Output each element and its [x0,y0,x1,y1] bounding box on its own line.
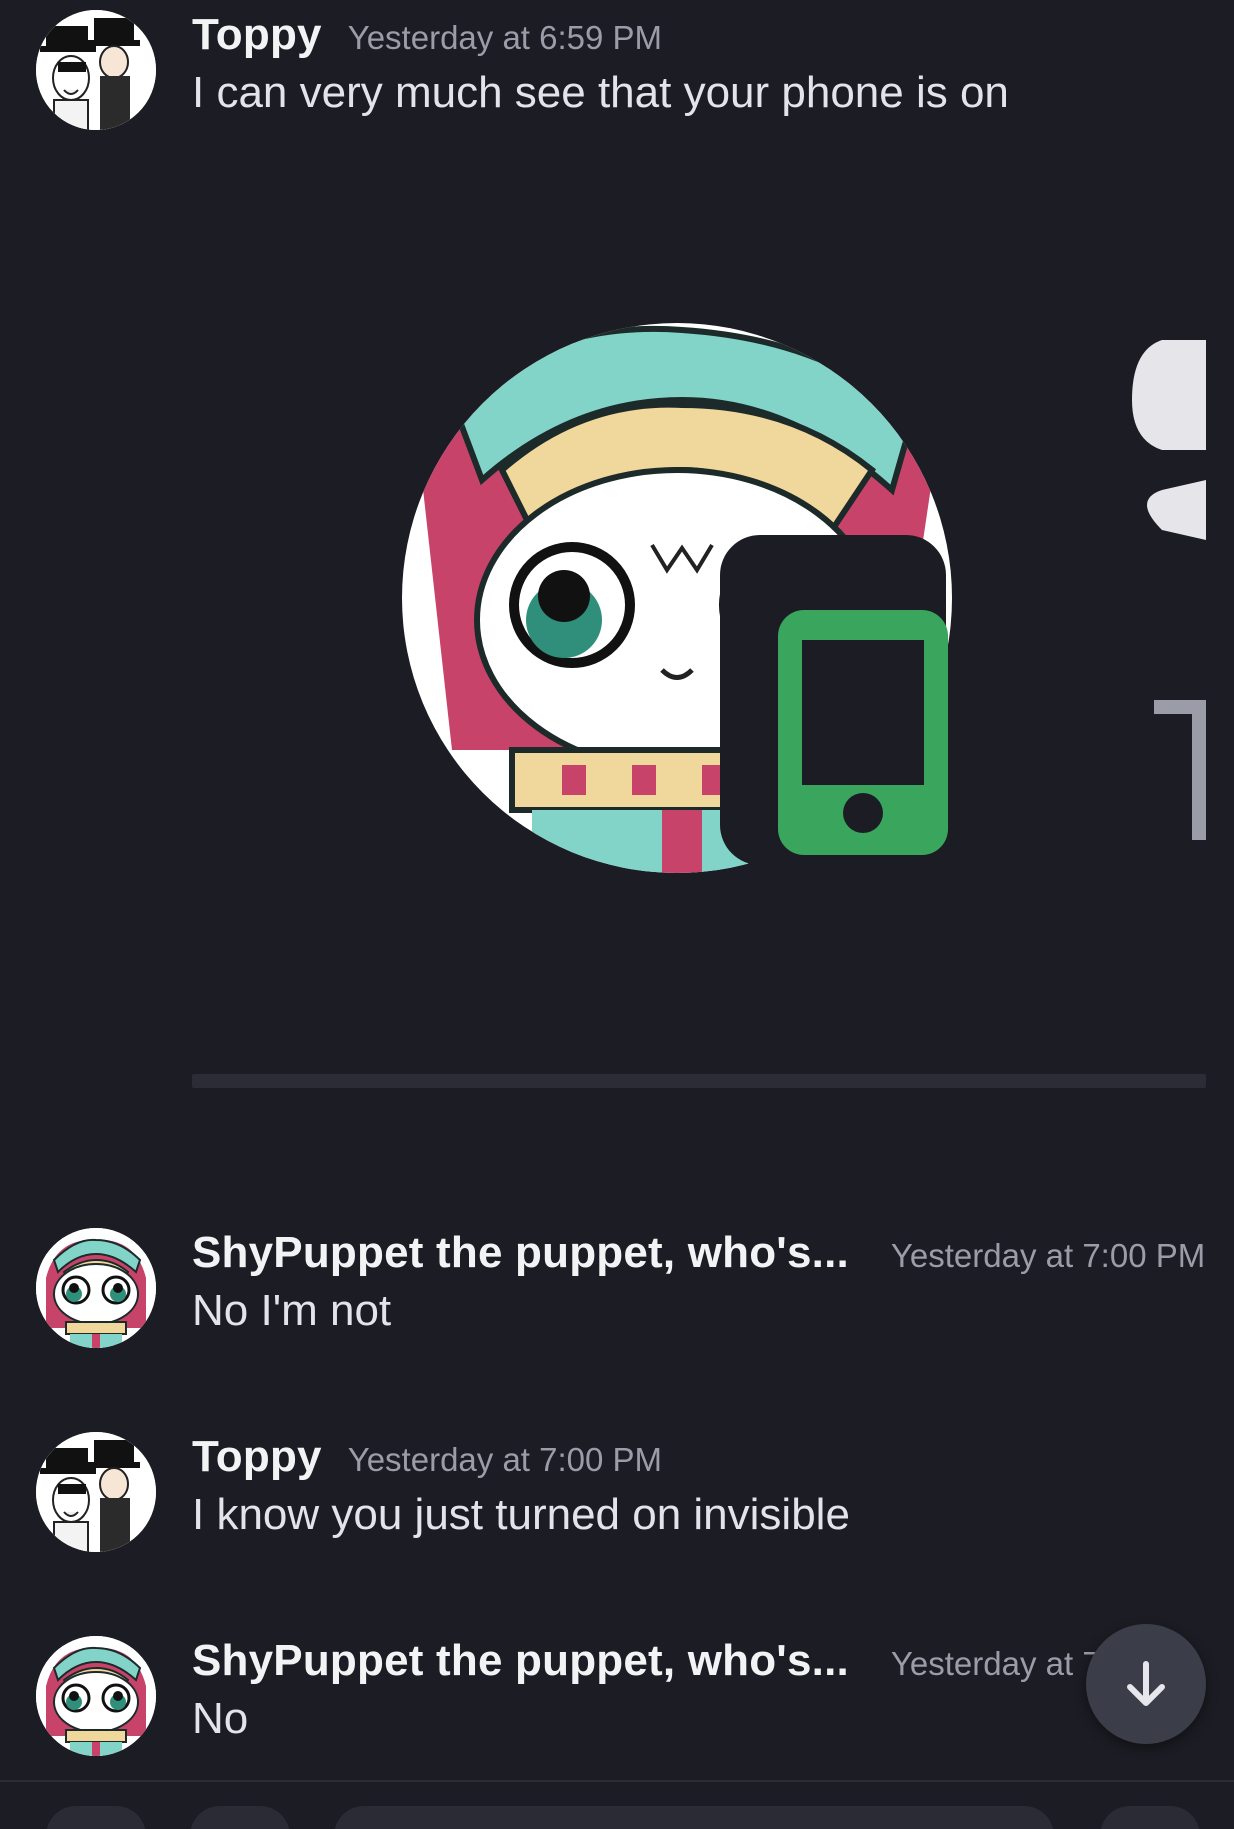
avatar[interactable] [36,1636,156,1756]
embed-divider [192,1074,1206,1088]
message-text: I know you just turned on invisible [192,1490,850,1539]
arrow-down-icon [1127,1661,1165,1706]
chat-screen: Toppy Yesterday at 6:59 PM I can very mu… [0,0,1234,1829]
message-header: Toppy Yesterday at 6:59 PM [192,10,662,60]
timestamp: Yesterday at 7:00 PM [890,1237,1206,1274]
username[interactable]: ShyPuppet the puppet, who's... [192,1636,849,1686]
username[interactable]: ShyPuppet the puppet, who's... [192,1228,849,1278]
username[interactable]: Toppy [192,10,322,60]
composer-action-button[interactable] [46,1806,146,1829]
puppet-cat-avatar-icon [36,1228,156,1348]
puppet-cat-profile-with-mobile-status-icon [402,323,1206,873]
message-header: ShyPuppet the puppet, who's... Yesterday… [192,1228,1205,1278]
message-item[interactable]: Toppy Yesterday at 7:00 PM I know you ju… [0,1432,1234,1572]
message-text: I can very much see that your phone is o… [192,68,1009,117]
puppet-cat-avatar-icon [36,1636,156,1756]
avatar[interactable] [36,1432,156,1552]
jump-to-latest-button[interactable] [1086,1624,1206,1744]
timestamp: Yesterday at 7:00 PM [347,1441,663,1478]
message-item[interactable]: Toppy Yesterday at 6:59 PM I can very mu… [0,10,1234,150]
top-hat-duo-avatar-icon [36,1432,156,1552]
message-text: No I'm not [192,1286,392,1335]
username[interactable]: Toppy [192,1432,322,1482]
avatar[interactable] [36,1228,156,1348]
profile-image-embed[interactable] [192,150,1206,1090]
composer-divider [0,1780,1234,1782]
avatar[interactable] [36,10,156,130]
timestamp: Yesterday at 7 [890,1645,1101,1682]
composer-action-button[interactable] [1100,1806,1200,1829]
message-header: Toppy Yesterday at 7:00 PM [192,1432,662,1482]
mobile-phone-icon [778,610,948,855]
message-item[interactable]: ShyPuppet the puppet, who's... Yesterday… [0,1636,1234,1776]
timestamp: Yesterday at 6:59 PM [347,19,663,56]
top-hat-duo-avatar-icon [36,10,156,130]
message-item[interactable]: ShyPuppet the puppet, who's... Yesterday… [0,1228,1234,1368]
message-header: ShyPuppet the puppet, who's... Yesterday… [192,1636,1101,1686]
composer-action-button[interactable] [190,1806,290,1829]
message-text: No [192,1694,249,1743]
message-input[interactable] [334,1806,1054,1829]
